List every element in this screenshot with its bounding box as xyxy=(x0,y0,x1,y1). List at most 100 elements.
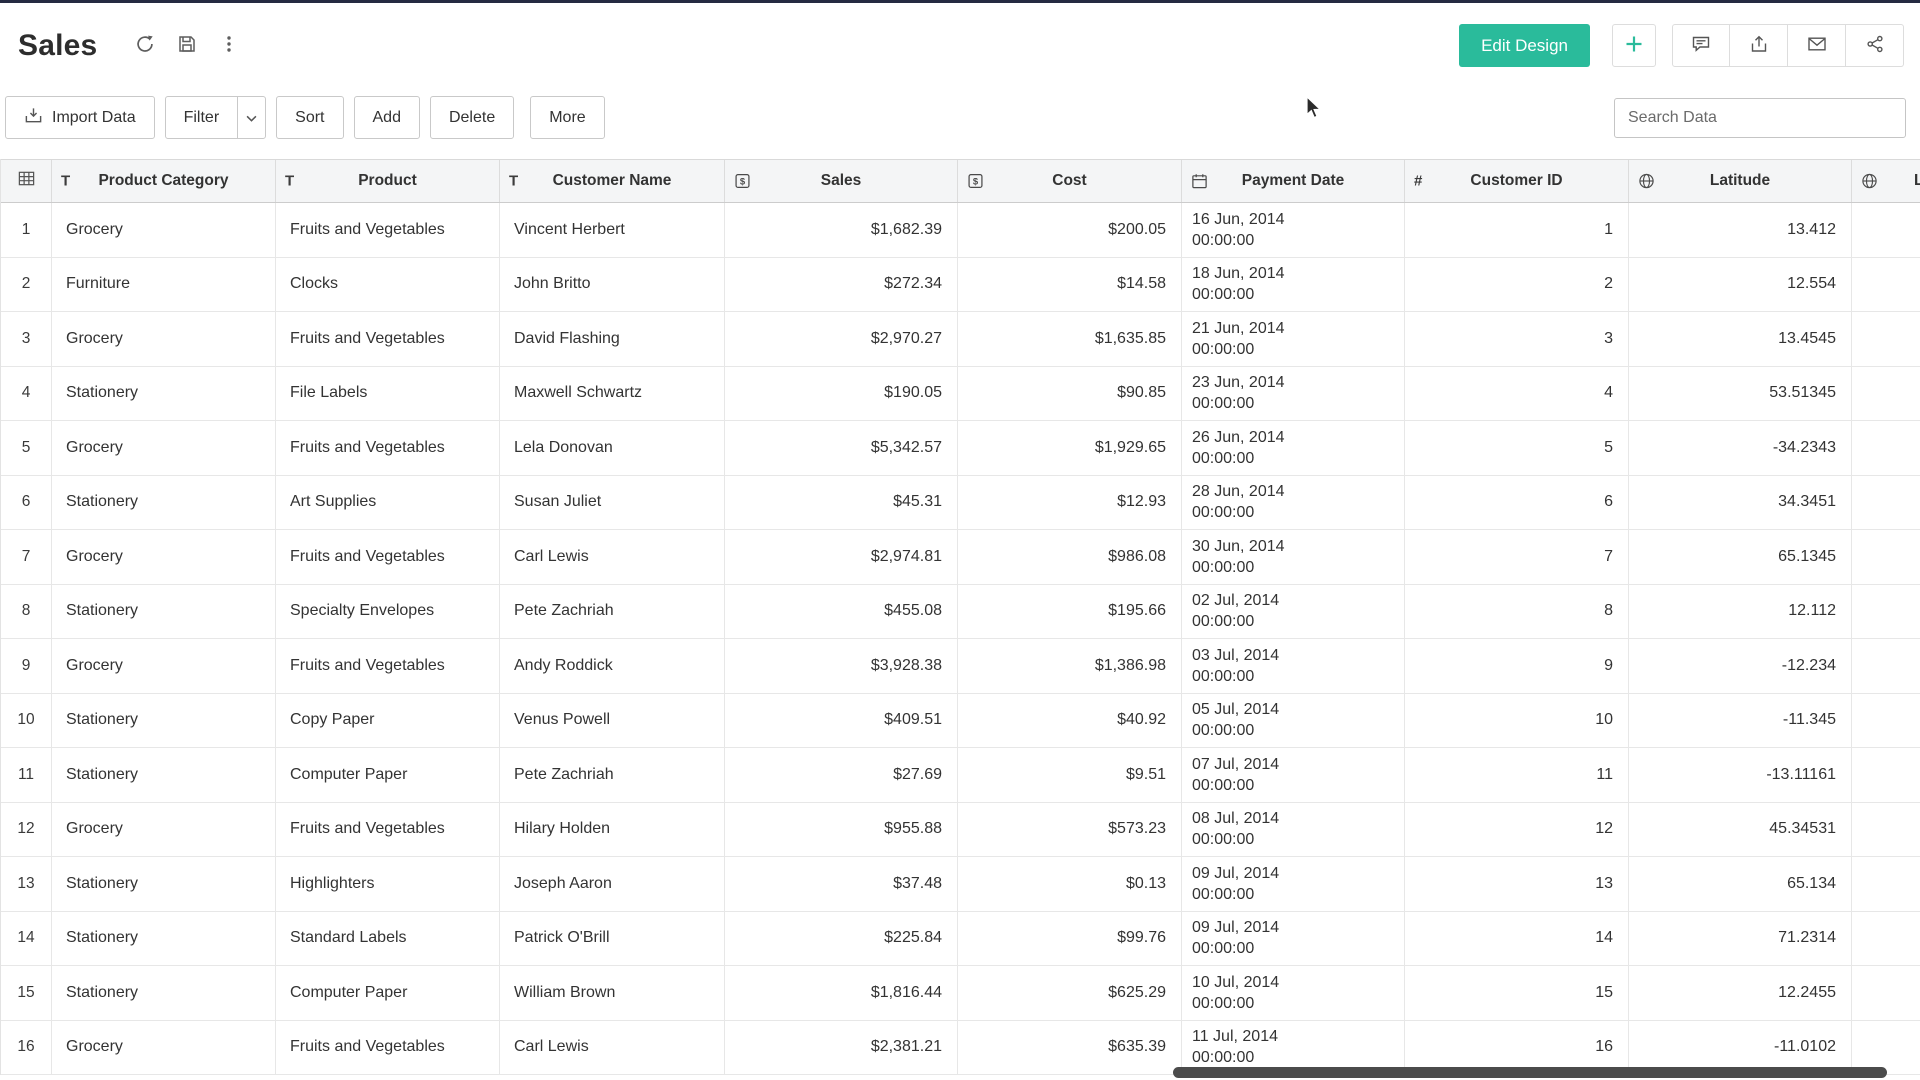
table-row[interactable]: 14 Stationery Standard Labels Patrick O'… xyxy=(1,912,1920,967)
cell-customer-id[interactable]: 11 xyxy=(1405,748,1629,802)
cell-payment-date[interactable]: 05 Jul, 2014 00:00:00 xyxy=(1182,694,1405,748)
cell-latitude[interactable]: 13.4545 xyxy=(1629,312,1852,366)
column-header-customer-name[interactable]: T Customer Name xyxy=(500,160,725,202)
cell-longitude[interactable] xyxy=(1852,639,1920,693)
cell-cost[interactable]: $12.93 xyxy=(958,476,1182,530)
cell-product[interactable]: File Labels xyxy=(276,367,500,421)
table-row[interactable]: 13 Stationery Highlighters Joseph Aaron … xyxy=(1,857,1920,912)
cell-longitude[interactable] xyxy=(1852,803,1920,857)
table-row[interactable]: 8 Stationery Specialty Envelopes Pete Za… xyxy=(1,585,1920,640)
table-row[interactable]: 7 Grocery Fruits and Vegetables Carl Lew… xyxy=(1,530,1920,585)
cell-sales[interactable]: $2,974.81 xyxy=(725,530,958,584)
cell-longitude[interactable] xyxy=(1852,857,1920,911)
cell-customer-name[interactable]: Vincent Herbert xyxy=(500,203,725,257)
mail-button[interactable] xyxy=(1788,24,1846,67)
cell-longitude[interactable] xyxy=(1852,258,1920,312)
cell-longitude[interactable] xyxy=(1852,748,1920,802)
cell-cost[interactable]: $986.08 xyxy=(958,530,1182,584)
cell-latitude[interactable]: -12.234 xyxy=(1629,639,1852,693)
cell-latitude[interactable]: 65.1345 xyxy=(1629,530,1852,584)
cell-sales[interactable]: $3,928.38 xyxy=(725,639,958,693)
cell-customer-name[interactable]: Carl Lewis xyxy=(500,530,725,584)
cell-customer-name[interactable]: Hilary Holden xyxy=(500,803,725,857)
cell-product[interactable]: Standard Labels xyxy=(276,912,500,966)
sort-button[interactable]: Sort xyxy=(276,96,343,139)
cell-payment-date[interactable]: 21 Jun, 2014 00:00:00 xyxy=(1182,312,1405,366)
cell-product-category[interactable]: Stationery xyxy=(52,694,276,748)
cell-longitude[interactable] xyxy=(1852,530,1920,584)
cell-product[interactable]: Fruits and Vegetables xyxy=(276,639,500,693)
cell-payment-date[interactable]: 16 Jun, 2014 00:00:00 xyxy=(1182,203,1405,257)
cell-payment-date[interactable]: 03 Jul, 2014 00:00:00 xyxy=(1182,639,1405,693)
cell-longitude[interactable] xyxy=(1852,912,1920,966)
cell-customer-name[interactable]: John Britto xyxy=(500,258,725,312)
delete-button[interactable]: Delete xyxy=(430,96,514,139)
cell-longitude[interactable] xyxy=(1852,203,1920,257)
table-row[interactable]: 2 Furniture Clocks John Britto $272.34 $… xyxy=(1,258,1920,313)
cell-longitude[interactable] xyxy=(1852,312,1920,366)
cell-sales[interactable]: $272.34 xyxy=(725,258,958,312)
cell-sales[interactable]: $2,381.21 xyxy=(725,1021,958,1075)
filter-button[interactable]: Filter xyxy=(165,96,239,139)
filter-dropdown-button[interactable] xyxy=(237,96,266,139)
cell-product[interactable]: Clocks xyxy=(276,258,500,312)
cell-payment-date[interactable]: 09 Jul, 2014 00:00:00 xyxy=(1182,912,1405,966)
cell-cost[interactable]: $40.92 xyxy=(958,694,1182,748)
cell-longitude[interactable] xyxy=(1852,1021,1920,1075)
cell-cost[interactable]: $635.39 xyxy=(958,1021,1182,1075)
cell-product-category[interactable]: Stationery xyxy=(52,585,276,639)
cell-customer-id[interactable]: 4 xyxy=(1405,367,1629,421)
table-row[interactable]: 15 Stationery Computer Paper William Bro… xyxy=(1,966,1920,1021)
row-number[interactable]: 11 xyxy=(1,748,52,802)
cell-latitude[interactable]: -13.11161 xyxy=(1629,748,1852,802)
cell-product-category[interactable]: Stationery xyxy=(52,857,276,911)
add-button[interactable]: Add xyxy=(354,96,420,139)
cell-customer-name[interactable]: Joseph Aaron xyxy=(500,857,725,911)
cell-latitude[interactable]: 53.51345 xyxy=(1629,367,1852,421)
cell-cost[interactable]: $625.29 xyxy=(958,966,1182,1020)
cell-product[interactable]: Fruits and Vegetables xyxy=(276,421,500,475)
cell-product-category[interactable]: Grocery xyxy=(52,312,276,366)
cell-sales[interactable]: $5,342.57 xyxy=(725,421,958,475)
cell-customer-id[interactable]: 3 xyxy=(1405,312,1629,366)
row-number[interactable]: 16 xyxy=(1,1021,52,1075)
cell-payment-date[interactable]: 30 Jun, 2014 00:00:00 xyxy=(1182,530,1405,584)
cell-sales[interactable]: $955.88 xyxy=(725,803,958,857)
cell-customer-id[interactable]: 12 xyxy=(1405,803,1629,857)
cell-cost[interactable]: $1,635.85 xyxy=(958,312,1182,366)
row-number[interactable]: 12 xyxy=(1,803,52,857)
cell-customer-id[interactable]: 13 xyxy=(1405,857,1629,911)
cell-sales[interactable]: $190.05 xyxy=(725,367,958,421)
cell-cost[interactable]: $90.85 xyxy=(958,367,1182,421)
table-row[interactable]: 9 Grocery Fruits and Vegetables Andy Rod… xyxy=(1,639,1920,694)
cell-sales[interactable]: $455.08 xyxy=(725,585,958,639)
cell-payment-date[interactable]: 18 Jun, 2014 00:00:00 xyxy=(1182,258,1405,312)
cell-customer-id[interactable]: 10 xyxy=(1405,694,1629,748)
column-header-payment-date[interactable]: Payment Date xyxy=(1182,160,1405,202)
cell-sales[interactable]: $1,682.39 xyxy=(725,203,958,257)
cell-payment-date[interactable]: 23 Jun, 2014 00:00:00 xyxy=(1182,367,1405,421)
row-number[interactable]: 8 xyxy=(1,585,52,639)
table-row[interactable]: 3 Grocery Fruits and Vegetables David Fl… xyxy=(1,312,1920,367)
cell-latitude[interactable]: 71.2314 xyxy=(1629,912,1852,966)
table-row[interactable]: 12 Grocery Fruits and Vegetables Hilary … xyxy=(1,803,1920,858)
cell-payment-date[interactable]: 02 Jul, 2014 00:00:00 xyxy=(1182,585,1405,639)
cell-product-category[interactable]: Furniture xyxy=(52,258,276,312)
table-row[interactable]: 10 Stationery Copy Paper Venus Powell $4… xyxy=(1,694,1920,749)
row-number[interactable]: 15 xyxy=(1,966,52,1020)
cell-customer-name[interactable]: Venus Powell xyxy=(500,694,725,748)
cell-sales[interactable]: $409.51 xyxy=(725,694,958,748)
cell-latitude[interactable]: 12.112 xyxy=(1629,585,1852,639)
cell-product-category[interactable]: Grocery xyxy=(52,530,276,584)
row-number[interactable]: 13 xyxy=(1,857,52,911)
cell-longitude[interactable] xyxy=(1852,367,1920,421)
cell-cost[interactable]: $0.13 xyxy=(958,857,1182,911)
cell-customer-name[interactable]: Pete Zachriah xyxy=(500,585,725,639)
cell-customer-name[interactable]: Maxwell Schwartz xyxy=(500,367,725,421)
cell-longitude[interactable] xyxy=(1852,694,1920,748)
table-row[interactable]: 6 Stationery Art Supplies Susan Juliet $… xyxy=(1,476,1920,531)
column-header-customer-id[interactable]: # Customer ID xyxy=(1405,160,1629,202)
cell-product-category[interactable]: Stationery xyxy=(52,476,276,530)
cell-customer-id[interactable]: 14 xyxy=(1405,912,1629,966)
cell-cost[interactable]: $9.51 xyxy=(958,748,1182,802)
